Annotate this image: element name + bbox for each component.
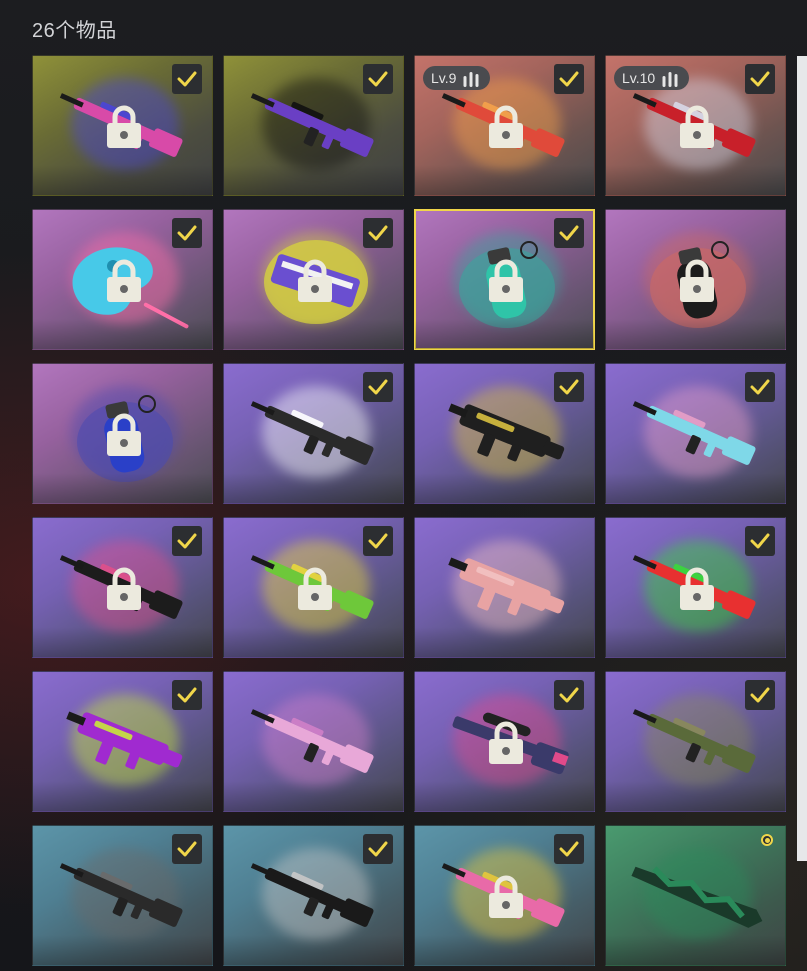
inventory-item-card[interactable]: Lv.10 [605,55,786,196]
checkmark-icon[interactable] [172,834,202,864]
scrollbar-thumb[interactable] [797,56,807,861]
bullets-icon [662,72,678,87]
radio-icon[interactable] [761,834,773,846]
inventory-item-card[interactable] [32,825,213,966]
checkmark-icon[interactable] [172,526,202,556]
inventory-count-title: 26个物品 [32,20,117,42]
lock-icon [678,258,716,304]
checkmark-icon[interactable] [745,526,775,556]
checkmark-icon[interactable] [172,680,202,710]
checkmark-icon[interactable] [554,372,584,402]
checkmark-icon[interactable] [363,526,393,556]
sheath-skin-image [631,866,763,928]
inventory-item-card[interactable] [223,209,404,350]
inventory-item-card[interactable] [223,517,404,658]
level-badge: Lv.10 [614,66,690,90]
lock-icon [678,566,716,612]
checkmark-icon[interactable] [554,218,584,248]
checkmark-icon[interactable] [172,64,202,94]
checkmark-icon[interactable] [172,218,202,248]
inventory-item-card[interactable] [605,825,786,966]
inventory-item-card[interactable] [223,55,404,196]
inventory-item-card[interactable] [223,825,404,966]
lock-icon [678,104,716,150]
inventory-item-card[interactable] [414,363,595,504]
lock-icon [105,104,143,150]
inventory-item-card[interactable] [32,517,213,658]
inventory-item-card[interactable] [223,671,404,812]
inventory-item-card[interactable] [32,671,213,812]
lock-icon [105,258,143,304]
level-badge: Lv.9 [423,66,491,90]
checkmark-icon[interactable] [363,372,393,402]
lock-icon [487,874,525,920]
checkmark-icon[interactable] [745,680,775,710]
scrollbar-track[interactable] [797,56,807,861]
inventory-item-card[interactable] [605,363,786,504]
level-label: Lv.9 [431,70,457,86]
lock-icon [487,720,525,766]
checkmark-icon[interactable] [554,834,584,864]
lock-icon [105,566,143,612]
inventory-item-card[interactable] [605,671,786,812]
lock-icon [487,258,525,304]
lock-icon [296,566,334,612]
checkmark-icon[interactable] [363,834,393,864]
inventory-item-card[interactable] [414,825,595,966]
inventory-item-card[interactable] [32,55,213,196]
level-label: Lv.10 [622,70,656,86]
inventory-item-card[interactable] [414,671,595,812]
inventory-item-card[interactable] [32,209,213,350]
inventory-item-card[interactable] [605,517,786,658]
checkmark-icon[interactable] [363,218,393,248]
rifle-skin-image [250,709,374,773]
inventory-item-card[interactable] [605,209,786,350]
inventory-item-card[interactable] [414,209,595,350]
inventory-grid: Lv.9 Lv.10 [32,55,789,966]
lock-icon [105,412,143,458]
checkmark-icon[interactable] [554,680,584,710]
checkmark-icon[interactable] [363,64,393,94]
inventory-item-card[interactable]: Lv.9 [414,55,595,196]
inventory-item-card[interactable] [223,363,404,504]
checkmark-icon[interactable] [745,372,775,402]
inventory-item-card[interactable] [32,363,213,504]
lock-icon [487,104,525,150]
checkmark-icon[interactable] [745,64,775,94]
inventory-item-card[interactable] [414,517,595,658]
lock-icon [296,258,334,304]
bullets-icon [463,72,479,87]
checkmark-icon[interactable] [554,64,584,94]
smg-skin-image [448,557,565,616]
